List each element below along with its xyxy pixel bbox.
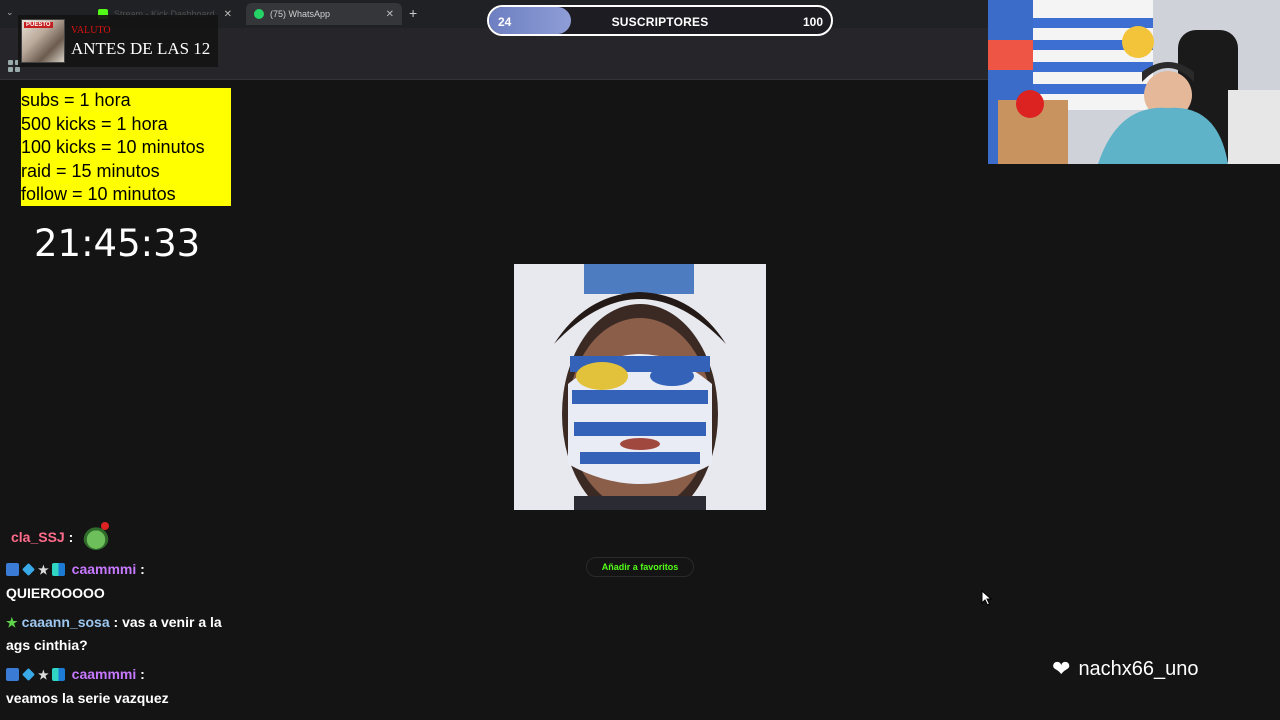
now-playing-widget: PUESTO VALUTO ANTES DE LAS 12 xyxy=(18,15,218,67)
subscriber-goal-bar: 24 SUSCRIPTORES 100 xyxy=(487,5,833,36)
chat-overlay: cla_SSJ : ★ caammmi : QUIEROOOOO ★ caaann… xyxy=(6,522,246,716)
chat-username: caammmi xyxy=(71,561,137,577)
subscriber-goal-target: 100 xyxy=(802,15,823,29)
now-playing-song: ANTES DE LAS 12 xyxy=(71,38,211,58)
chat-message: cla_SSJ : xyxy=(6,522,246,550)
subathon-rules-box: subs = 1 hora 500 kicks = 1 hora 100 kic… xyxy=(21,88,231,206)
star-badge-icon: ★ xyxy=(38,668,49,682)
webcam-feed xyxy=(988,0,1280,164)
heart-icon: ❤ xyxy=(1052,656,1071,681)
grid-badge-icon xyxy=(51,668,65,681)
displayed-photo xyxy=(514,264,766,510)
close-tab-icon[interactable]: ✕ xyxy=(224,9,232,20)
now-playing-artist: VALUTO xyxy=(71,24,111,36)
chat-username: cla_SSJ xyxy=(11,529,65,545)
album-badge: PUESTO xyxy=(24,22,53,28)
face-painted-boy-image xyxy=(514,264,766,510)
chat-text: QUIEROOOOO xyxy=(6,585,105,601)
rule-line: subs = 1 hora xyxy=(21,90,131,110)
kick-badge-icon xyxy=(6,563,19,576)
chat-message: ★ caaann_sosa : vas a venir a la ags cint… xyxy=(6,611,246,657)
tab-menu-chevron-icon[interactable]: ⌄ xyxy=(6,7,14,18)
chat-username: caaann_sosa xyxy=(21,614,110,630)
subscriber-goal-label: SUSCRIPTORES xyxy=(611,15,709,29)
chat-username: caammmi xyxy=(71,666,137,682)
grid-badge-icon xyxy=(51,563,65,576)
chat-message: ★ caammmi : QUIEROOOOO xyxy=(6,558,246,605)
chat-separator: : xyxy=(136,666,145,682)
sticker-emote-icon xyxy=(83,522,110,550)
close-tab-icon[interactable]: ✕ xyxy=(386,9,394,20)
rule-line: 500 kicks = 1 hora xyxy=(21,113,168,134)
chat-text: veamos la serie vazquez xyxy=(6,690,169,706)
latest-follower-alert: ❤ nachx66_uno xyxy=(1052,656,1199,682)
latest-follower-name: nachx66_uno xyxy=(1078,657,1199,680)
album-cover: PUESTO xyxy=(21,19,65,63)
new-tab-button[interactable]: + xyxy=(409,5,417,21)
chat-separator: : xyxy=(136,561,145,577)
tab-label: (75) WhatsApp xyxy=(270,9,331,19)
add-to-favorites-button[interactable]: Añadir a favoritos xyxy=(586,557,694,577)
subathon-timer: 21:45:33 xyxy=(34,222,201,265)
cube-badge-icon xyxy=(22,563,35,576)
mouse-cursor-icon xyxy=(981,590,993,606)
tab-whatsapp[interactable]: (75) WhatsApp ✕ xyxy=(246,3,402,25)
chat-separator: : xyxy=(64,529,74,545)
rule-line: follow = 10 minutos xyxy=(21,184,176,205)
star-badge-icon: ★ xyxy=(6,615,18,630)
chat-separator: : xyxy=(109,614,119,630)
kick-badge-icon xyxy=(6,668,19,681)
webcam-scene xyxy=(988,0,1280,164)
cube-badge-icon xyxy=(22,668,35,681)
chat-message: ★ caammmi : veamos la serie vazquez xyxy=(6,663,246,710)
whatsapp-icon xyxy=(254,9,264,19)
rule-line: 100 kicks = 10 minutos xyxy=(21,137,205,158)
star-badge-icon: ★ xyxy=(38,563,49,577)
rule-line: raid = 15 minutos xyxy=(21,160,160,181)
